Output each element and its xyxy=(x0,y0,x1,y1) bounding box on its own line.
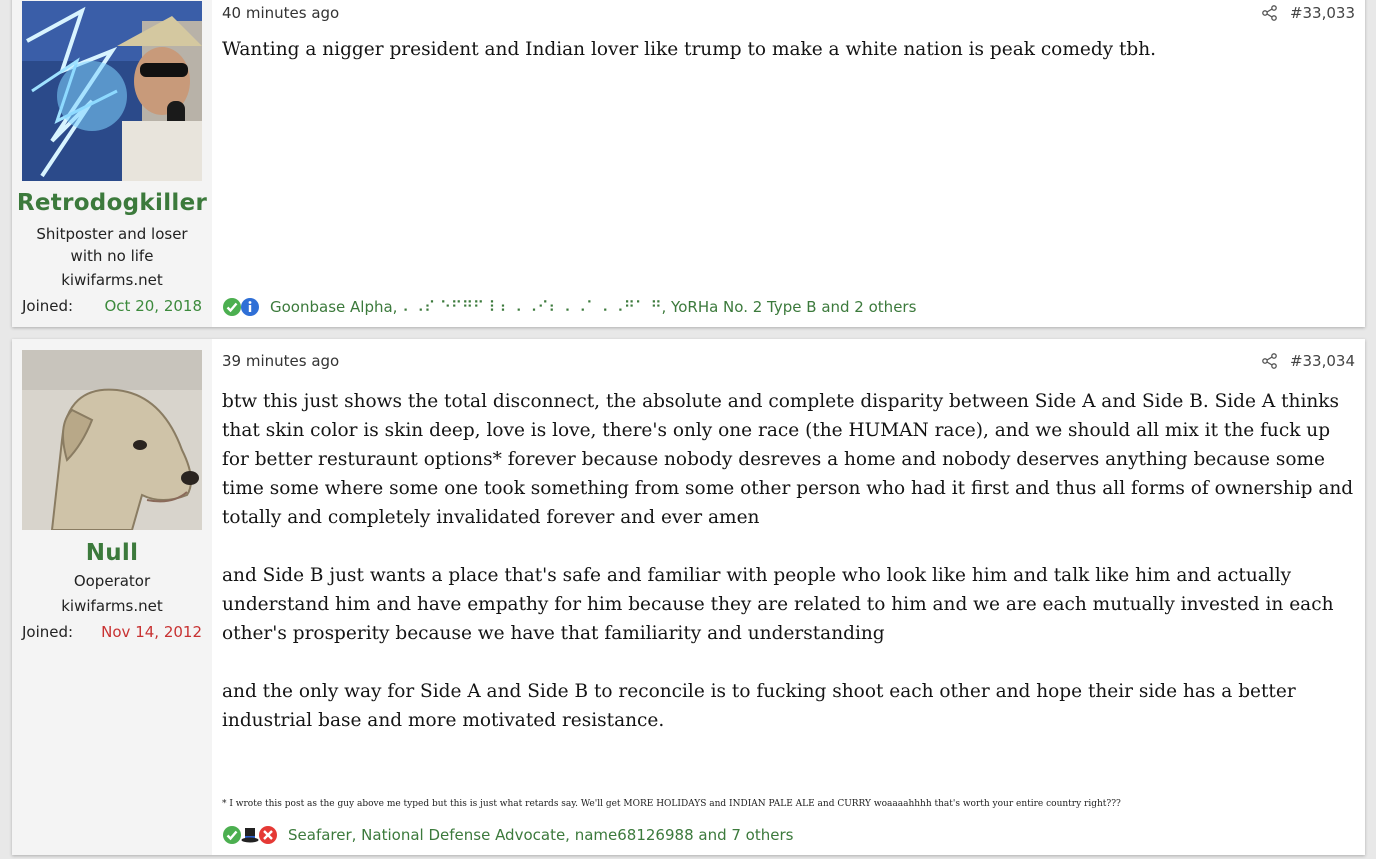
username[interactable]: Retrodogkiller xyxy=(12,190,212,216)
check-icon xyxy=(222,297,242,317)
cross-icon xyxy=(258,825,278,845)
post-number[interactable]: #33,033 xyxy=(1290,4,1355,22)
info-icon xyxy=(240,297,260,317)
message-cell: 39 minutes ago #33,034 btw this just sho… xyxy=(212,339,1365,855)
user-title: Ooperator xyxy=(73,572,151,590)
post-paragraph: Wanting a nigger president and Indian lo… xyxy=(222,39,1157,60)
post-paragraph: and Side B just wants a place that's saf… xyxy=(222,565,1334,644)
reactions-bar[interactable]: Goonbase Alpha, ⠄⠠⠎ ⠑⠋⠛⠋ ⠇⠆ ⠄⠠⠊⠆ ⠄⠠⠁ ⠄⠠⠛… xyxy=(222,294,916,320)
joined-date: Oct 20, 2018 xyxy=(104,297,203,315)
post-33033: Retrodogkiller Shitposter and loser with… xyxy=(12,0,1365,327)
post-number[interactable]: #33,034 xyxy=(1290,352,1355,370)
joined-row: Joined: Oct 20, 2018 xyxy=(22,297,202,315)
post-footnote: * I wrote this post as the guy above me … xyxy=(222,799,1121,809)
post-33034: Null Ooperator kiwifarms.net Joined: Nov… xyxy=(12,339,1365,855)
user-cell: Retrodogkiller Shitposter and loser with… xyxy=(12,0,212,327)
reaction-users[interactable]: Seafarer, National Defense Advocate, nam… xyxy=(288,826,793,844)
user-cell: Null Ooperator kiwifarms.net Joined: Nov… xyxy=(12,339,212,855)
reactions-bar[interactable]: Seafarer, National Defense Advocate, nam… xyxy=(222,822,793,848)
post-paragraph: and the only way for Side A and Side B t… xyxy=(222,681,1296,731)
post-body: btw this just shows the total disconnect… xyxy=(222,387,1355,735)
avatar[interactable] xyxy=(22,1,202,181)
username[interactable]: Null xyxy=(12,540,212,566)
share-icon[interactable] xyxy=(1261,352,1279,370)
user-site: kiwifarms.net xyxy=(61,271,163,289)
joined-label: Joined: xyxy=(22,297,74,315)
reaction-users[interactable]: Goonbase Alpha, ⠄⠠⠎ ⠑⠋⠛⠋ ⠇⠆ ⠄⠠⠊⠆ ⠄⠠⠁ ⠄⠠⠛… xyxy=(270,298,916,316)
message-cell: 40 minutes ago #33,033 Wanting a nigger … xyxy=(212,0,1365,327)
top-hat-icon xyxy=(240,825,260,845)
avatar[interactable] xyxy=(22,350,202,530)
joined-row: Joined: Nov 14, 2012 xyxy=(22,623,202,641)
post-time[interactable]: 39 minutes ago xyxy=(222,352,339,370)
share-icon[interactable] xyxy=(1261,4,1279,22)
user-title: Shitposter and loser with no life xyxy=(36,225,188,265)
joined-label: Joined: xyxy=(22,623,74,641)
post-time[interactable]: 40 minutes ago xyxy=(222,4,339,22)
check-icon xyxy=(222,825,242,845)
user-site: kiwifarms.net xyxy=(61,597,163,615)
post-paragraph: btw this just shows the total disconnect… xyxy=(222,391,1354,528)
joined-date: Nov 14, 2012 xyxy=(101,623,202,641)
post-body: Wanting a nigger president and Indian lo… xyxy=(222,39,1355,60)
